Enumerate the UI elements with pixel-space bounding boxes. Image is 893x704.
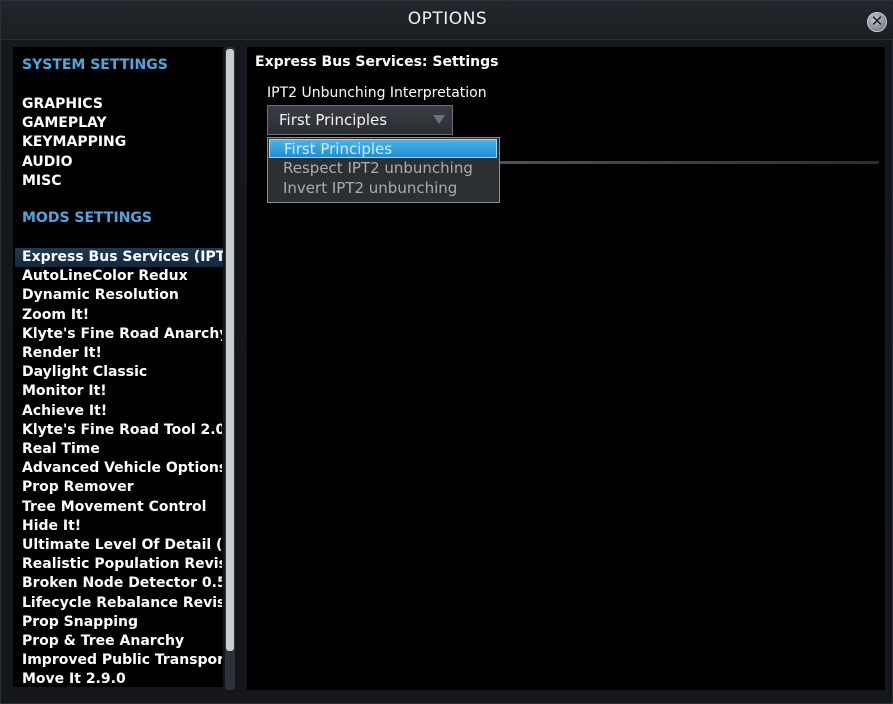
unbunching-dropdown[interactable]: First Principles bbox=[267, 105, 453, 135]
panel-heading: Express Bus Services: Settings bbox=[255, 54, 499, 70]
window-title: OPTIONS bbox=[407, 9, 488, 29]
sidebar-item-system[interactable]: KEYMAPPING bbox=[22, 133, 222, 152]
sidebar-item-mod[interactable]: Broken Node Detector 0.5 bbox=[22, 574, 222, 593]
dropdown-selected-value: First Principles bbox=[279, 111, 388, 129]
sidebar-item-system[interactable]: GRAPHICS bbox=[22, 95, 222, 114]
sidebar-item-mod[interactable]: AutoLineColor Redux bbox=[22, 267, 222, 286]
sidebar-item-mod[interactable]: Advanced Vehicle Options bbox=[22, 459, 222, 478]
sidebar-scrollbar[interactable] bbox=[225, 47, 235, 690]
divider-line bbox=[499, 161, 879, 164]
sidebar-item-mod[interactable]: Real Time bbox=[22, 440, 222, 459]
sidebar-item-system[interactable]: MISC bbox=[22, 172, 222, 191]
sidebar-item-mod[interactable]: Ultimate Level Of Detail (U bbox=[22, 536, 222, 555]
settings-sidebar: SYSTEM SETTINGS GRAPHICS GAMEPLAY KEYMAPPI… bbox=[13, 47, 223, 687]
sidebar-item-mod[interactable]: Hide It! bbox=[22, 517, 222, 536]
close-icon: ✕ bbox=[870, 12, 884, 30]
sidebar-item-system[interactable]: GAMEPLAY bbox=[22, 114, 222, 133]
sidebar-item-mod[interactable]: Improved Public Transport bbox=[22, 651, 222, 670]
dropdown-options-list: First Principles Respect IPT2 unbunching I… bbox=[267, 137, 500, 203]
dropdown-option[interactable]: Respect IPT2 unbunching bbox=[269, 159, 498, 178]
sidebar-item-mod[interactable]: Express Bus Services (IPT2 bbox=[15, 248, 223, 267]
sidebar-item-mod[interactable]: Dynamic Resolution bbox=[22, 286, 222, 305]
sidebar-item-mod[interactable]: Monitor It! bbox=[22, 382, 222, 401]
scrollbar-thumb[interactable] bbox=[226, 49, 234, 651]
sidebar-item-mod[interactable]: Daylight Classic bbox=[22, 363, 222, 382]
dropdown-option[interactable]: First Principles bbox=[269, 139, 497, 158]
chevron-down-icon bbox=[433, 115, 445, 124]
sidebar-item-mod[interactable]: Klyte's Fine Road Anarchy bbox=[22, 325, 222, 344]
system-settings-heading: SYSTEM SETTINGS bbox=[22, 57, 168, 73]
sidebar-item-mod[interactable]: Klyte's Fine Road Tool 2.0. bbox=[22, 421, 222, 440]
options-window: OPTIONS ✕ SYSTEM SETTINGS GRAPHICS GAMEPL… bbox=[0, 0, 893, 704]
sidebar-item-mod[interactable]: Prop Snapping bbox=[22, 613, 222, 632]
sidebar-item-mod[interactable]: Prop & Tree Anarchy bbox=[22, 632, 222, 651]
sidebar-item-mod[interactable]: Lifecycle Rebalance Revisi bbox=[22, 594, 222, 613]
sidebar-item-mod[interactable]: Render It! bbox=[22, 344, 222, 363]
unbunching-label: IPT2 Unbunching Interpretation bbox=[267, 85, 487, 101]
sidebar-item-mod[interactable]: Tree Movement Control bbox=[22, 498, 222, 517]
sidebar-item-system[interactable]: AUDIO bbox=[22, 153, 222, 172]
mods-settings-heading: MODS SETTINGS bbox=[22, 210, 152, 226]
sidebar-item-mod[interactable]: Move It 2.9.0 bbox=[22, 670, 222, 687]
sidebar-item-mod[interactable]: Zoom It! bbox=[22, 306, 222, 325]
close-button[interactable]: ✕ bbox=[867, 12, 887, 32]
sidebar-item-mod[interactable]: Prop Remover bbox=[22, 478, 222, 497]
dropdown-option[interactable]: Invert IPT2 unbunching bbox=[269, 179, 498, 198]
title-bar: OPTIONS ✕ bbox=[1, 1, 893, 40]
sidebar-item-mod[interactable]: Achieve It! bbox=[22, 402, 222, 421]
settings-panel: Express Bus Services: Settings IPT2 Unbu… bbox=[247, 47, 885, 690]
sidebar-item-mod[interactable]: Realistic Population Revisi bbox=[22, 555, 222, 574]
